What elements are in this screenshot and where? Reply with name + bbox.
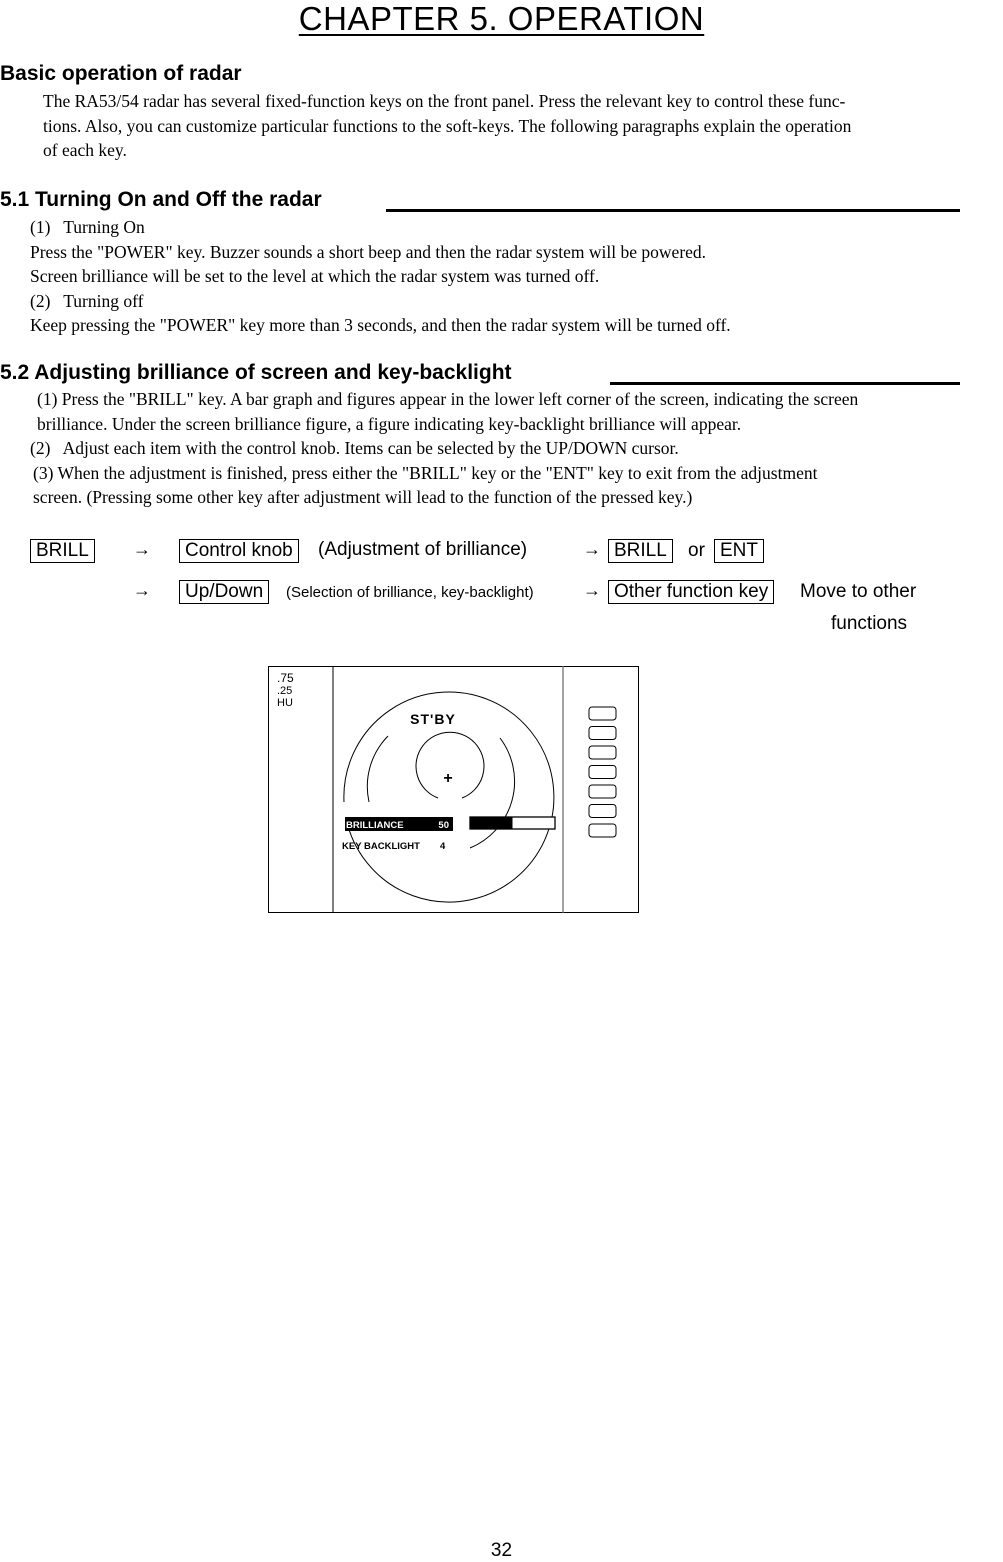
softkey-box xyxy=(588,823,617,838)
flow-desc-move: Move to other xyxy=(800,581,917,602)
text-line: The RA53/54 radar has several fixed-func… xyxy=(43,91,846,111)
text-line: (3) When the adjustment is finished, pre… xyxy=(33,462,818,483)
standby-status: ST'BY xyxy=(410,711,456,727)
section-5-2-heading: 5.2 Adjusting brilliance of screen and k… xyxy=(0,361,512,384)
section-5-2-body: (1) Press the "BRILL" key. A bar graph a… xyxy=(30,387,858,510)
flow-key-brill-2: BRILL xyxy=(608,539,673,563)
flow-key-other-function: Other function key xyxy=(608,580,775,604)
text-line: Screen brilliance will be set to the lev… xyxy=(30,266,600,286)
softkey-box xyxy=(588,804,617,818)
arrow-icon: → xyxy=(583,580,601,600)
key-label: Other function key xyxy=(608,580,775,604)
key-label: Control knob xyxy=(179,539,299,563)
text-line: of each key. xyxy=(43,140,127,160)
softkey-box xyxy=(588,765,617,779)
heading-rule xyxy=(386,209,960,212)
softkey-box xyxy=(588,706,617,721)
brilliance-label: BRILLIANCE xyxy=(346,820,404,831)
softkey-box xyxy=(588,784,617,799)
key-label: BRILL xyxy=(608,539,673,563)
brilliance-bar-fill xyxy=(470,817,513,829)
brilliance-value: 50 xyxy=(438,820,449,831)
key-backlight-value: 4 xyxy=(440,841,446,852)
flow-key-updown: Up/Down xyxy=(179,580,270,604)
page-number: 32 xyxy=(490,1540,513,1561)
arrow-icon: → xyxy=(583,539,601,559)
softkey-box xyxy=(588,745,617,760)
basic-operation-heading: Basic operation of radar xyxy=(0,62,242,85)
flow-key-ent: ENT xyxy=(714,539,764,563)
range-value-1: .75 xyxy=(277,671,294,685)
text-line: (2) Adjust each item with the control kn… xyxy=(30,438,679,458)
figure-frame xyxy=(268,666,639,913)
text-line: Keep pressing the "POWER" key more than … xyxy=(30,315,731,335)
flow-desc-selection: (Selection of brilliance, key-backlight) xyxy=(286,584,534,601)
chapter-title-text: CHAPTER 5. OPERATION xyxy=(298,0,705,37)
radar-screen-figure: .75 .25 HU + ST'BY BRILLIANCE 50 KEY BAC… xyxy=(268,666,639,913)
section-5-1-body: (1) Turning On Press the "POWER" key. Bu… xyxy=(30,215,731,338)
flow-key-brill: BRILL xyxy=(30,539,95,563)
text-line: screen. (Pressing some other key after a… xyxy=(33,487,693,507)
softkey-column xyxy=(588,706,617,838)
text-line: (1) Turning On xyxy=(30,217,145,237)
key-label: Up/Down xyxy=(179,580,270,604)
text-line: Press the "POWER" key. Buzzer sounds a s… xyxy=(30,241,707,262)
key-label: ENT xyxy=(714,539,764,563)
key-label: BRILL xyxy=(30,539,95,563)
basic-operation-paragraph: The RA53/54 radar has several fixed-func… xyxy=(43,89,851,163)
flow-key-control-knob: Control knob xyxy=(179,539,299,563)
text-line: (1) Press the "BRILL" key. A bar graph a… xyxy=(37,389,859,409)
text-line: tions. Also, you can customize particula… xyxy=(43,115,852,136)
heading-rule xyxy=(610,382,960,385)
arrow-icon: → xyxy=(133,539,151,559)
flow-or: or xyxy=(688,540,705,561)
text-line: brilliance. Under the screen brilliance … xyxy=(37,413,742,434)
flow-desc-adjustment: (Adjustment of brilliance) xyxy=(318,539,528,560)
center-cross-icon: + xyxy=(443,770,452,787)
arrow-icon: → xyxy=(133,580,151,600)
text-line: (2) Turning off xyxy=(30,290,144,311)
mode-label: HU xyxy=(277,697,293,709)
chapter-title: CHAPTER 5. OPERATION xyxy=(0,0,1003,38)
softkey-box xyxy=(588,726,617,740)
flow-desc-functions: functions xyxy=(831,613,908,634)
range-value-2: .25 xyxy=(277,685,292,697)
section-5-1-heading: 5.1 Turning On and Off the radar xyxy=(0,188,322,211)
key-backlight-label: KEY BACKLIGHT xyxy=(342,841,420,852)
